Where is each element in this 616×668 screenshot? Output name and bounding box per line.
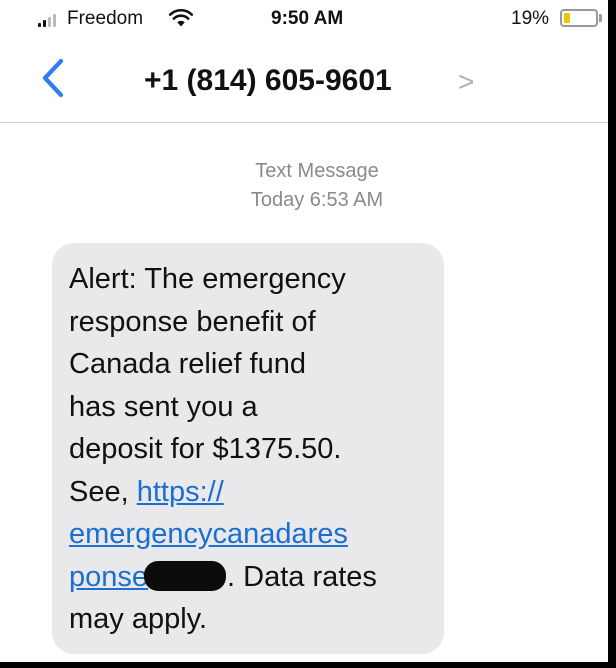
message-line: has sent you a: [69, 390, 258, 423]
chevron-left-icon[interactable]: [36, 56, 70, 100]
message-line: deposit for $1375.50.: [69, 433, 342, 465]
message-line: Canada relief fund: [69, 348, 306, 380]
carrier-name: Freedom: [67, 8, 144, 29]
message-link[interactable]: emergencycanadares: [69, 518, 348, 550]
signal-bars-icon: [38, 13, 58, 27]
contact-name[interactable]: +1 (814) 605-9601: [144, 64, 392, 98]
battery-tip: [599, 14, 602, 22]
battery-level-fill: [564, 13, 570, 23]
message-text: . Data rates: [227, 560, 377, 593]
message-line: See, https://: [69, 471, 432, 514]
message-line: Alert: The emergency: [69, 263, 346, 295]
redaction-mark: [144, 560, 227, 591]
chevron-right-icon[interactable]: >: [458, 66, 474, 98]
wifi-icon: [168, 8, 194, 27]
phone-screen: Freedom 9:50 AM 19% +1 (814) 605-9601 > …: [0, 0, 608, 662]
battery-icon: [560, 9, 598, 27]
message-line: emergencycanadares: [69, 513, 432, 556]
message-link[interactable]: https://: [137, 476, 224, 508]
message-link[interactable]: ponse: [69, 561, 148, 593]
message-type-label: Text Message: [255, 160, 379, 182]
battery-percent: 19%: [511, 8, 550, 29]
incoming-message-bubble[interactable]: Alert: The emergency response benefit of…: [52, 243, 444, 654]
message-text: See,: [69, 475, 137, 508]
conversation-header: +1 (814) 605-9601 >: [0, 40, 608, 123]
message-line: may apply.: [69, 603, 208, 635]
status-bar: Freedom 9:50 AM 19%: [0, 0, 608, 40]
message-timestamp: Today 6:53 AM: [250, 189, 384, 211]
status-time: 9:50 AM: [271, 8, 344, 29]
message-line: response benefit of: [69, 305, 316, 338]
message-line: ponse . Data rates: [69, 556, 432, 599]
